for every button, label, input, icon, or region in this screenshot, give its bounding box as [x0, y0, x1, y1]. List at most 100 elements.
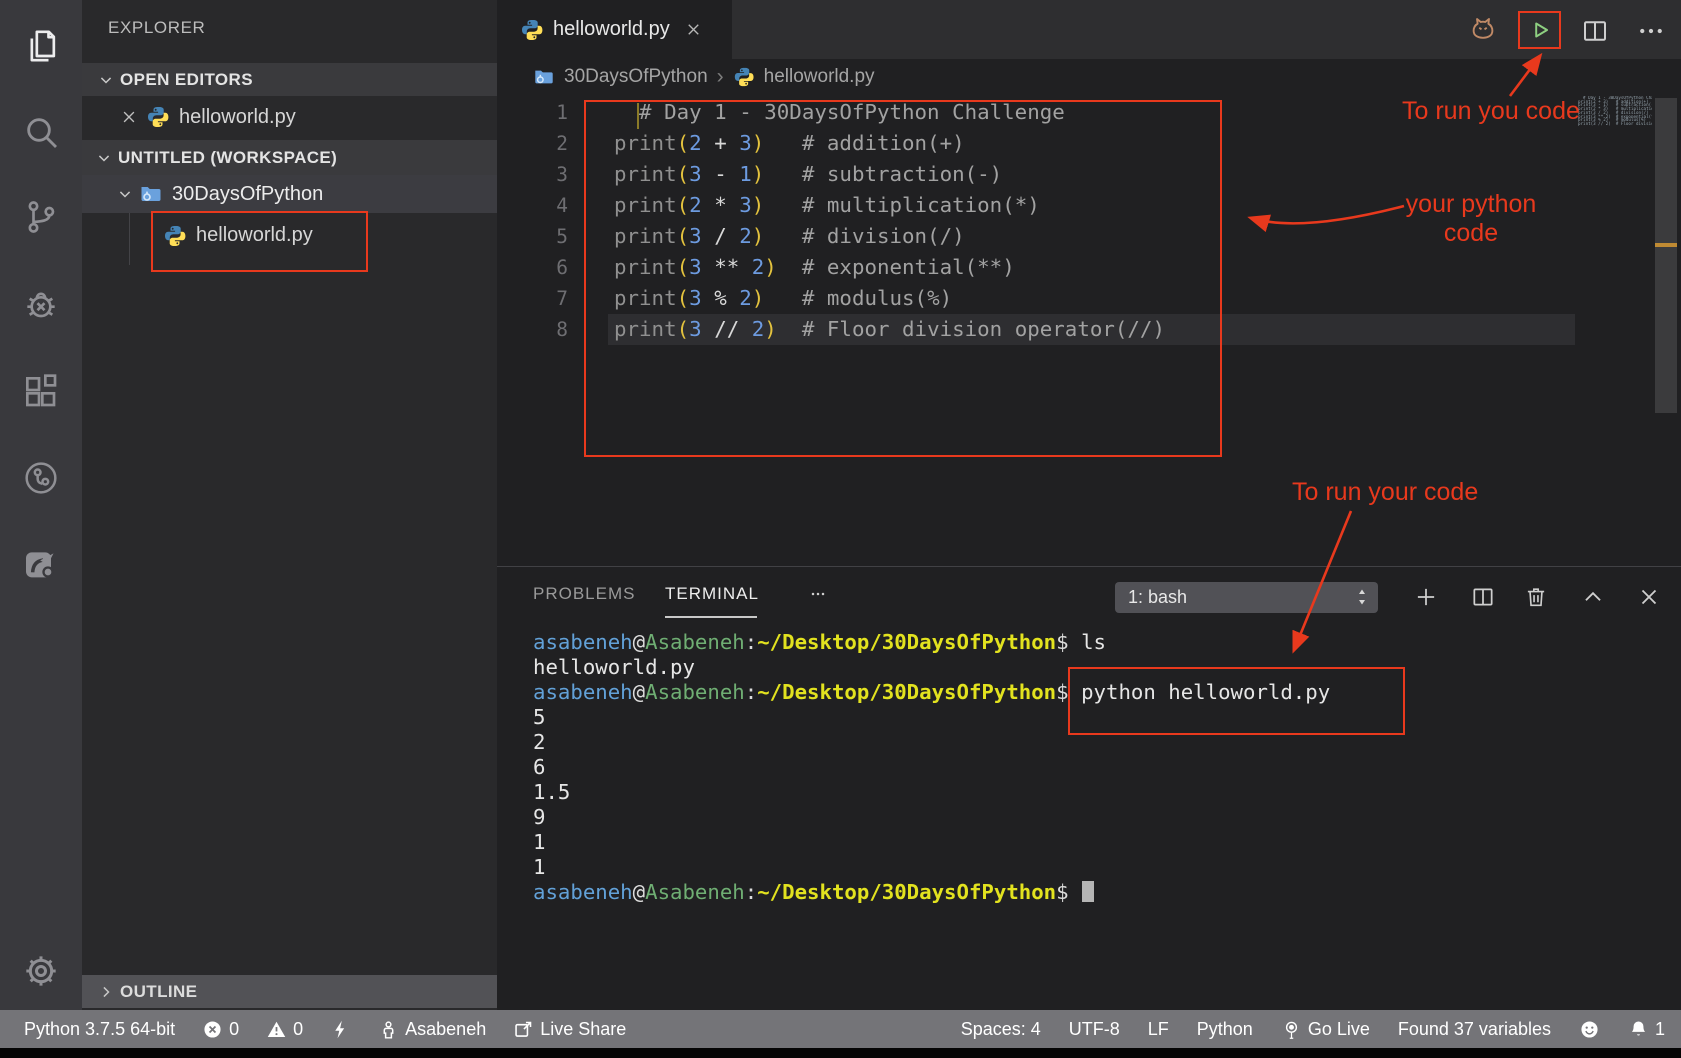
close-icon[interactable] — [684, 20, 703, 39]
breadcrumb-folder[interactable]: 30DaysOfPython — [564, 66, 708, 88]
split-editor-icon[interactable] — [1580, 16, 1610, 46]
terminal-line-6: 1.5 — [533, 780, 1330, 805]
status-notifications[interactable]: 1 — [1628, 1019, 1665, 1040]
code-line-5[interactable]: 5print(3 / 2) # division(/) — [497, 221, 1165, 252]
annotation-python-line2: code — [1395, 219, 1547, 248]
status-warning-count[interactable]: 0 — [266, 1019, 303, 1040]
run-button[interactable] — [1518, 11, 1561, 49]
folder-30daysofpython[interactable]: 30DaysOfPython — [82, 175, 530, 213]
code-line-8[interactable]: 8 print(3 // 2) # Floor division operator… — [497, 314, 1165, 345]
status-indentation[interactable]: Spaces: 4 — [961, 1019, 1041, 1040]
shell-select-value: 1: bash — [1128, 587, 1187, 608]
status-live-share-label: Live Share — [540, 1019, 626, 1040]
activity-debug-icon[interactable] — [0, 281, 82, 329]
code-editor[interactable]: 1 # Day 1 - 30DaysOfPython Challenge2pri… — [497, 97, 1165, 345]
tab-bar: helloworld.py — [497, 0, 1681, 59]
status-python-version[interactable]: Python 3.7.5 64-bit — [24, 1019, 175, 1040]
breadcrumb-file[interactable]: helloworld.py — [764, 66, 875, 88]
prompt-user: asabeneh — [533, 880, 633, 904]
chevron-down-icon — [96, 70, 116, 90]
status-eol[interactable]: LF — [1148, 1019, 1169, 1040]
prompt-path: ~/Desktop/30DaysOfPython — [757, 680, 1056, 704]
status-bar: Python 3.7.5 64-bit00AsabenehLive Share … — [0, 1010, 1681, 1048]
cat-icon[interactable] — [1468, 14, 1498, 44]
code-text: print(3 // 2) # Floor division operator(… — [614, 314, 1165, 345]
error-icon — [202, 1019, 223, 1040]
prompt-user: asabeneh — [533, 630, 633, 654]
activity-share-icon[interactable] — [0, 540, 82, 588]
annotation-run-label: To run you code — [1402, 97, 1580, 126]
terminal-line-3: 5 — [533, 705, 1330, 730]
breadcrumb[interactable]: 30DaysOfPython › helloworld.py — [497, 59, 875, 95]
status-variables-found[interactable]: Found 37 variables — [1398, 1019, 1551, 1040]
activity-explorer-icon[interactable] — [0, 22, 82, 70]
code-line-6[interactable]: 6print(3 ** 2) # exponential(**) — [497, 252, 1165, 283]
terminal-output: 5 — [533, 705, 545, 729]
folder-name: 30DaysOfPython — [172, 183, 323, 206]
outline-section[interactable]: OUTLINE — [82, 975, 511, 1008]
close-panel-icon[interactable] — [1636, 584, 1662, 610]
code-line-2[interactable]: 2print(2 + 3) # addition(+) — [497, 128, 1165, 159]
tab-problems[interactable]: PROBLEMS — [533, 584, 635, 604]
activity-source-control-icon[interactable] — [0, 193, 82, 241]
code-line-7[interactable]: 7print(3 % 2) # modulus(%) — [497, 283, 1165, 314]
terminal-line-9: 1 — [533, 855, 1330, 880]
terminal-shell-select[interactable]: 1: bash — [1115, 582, 1378, 613]
tab-terminal[interactable]: TERMINAL — [665, 584, 759, 604]
python-file-icon — [163, 224, 187, 248]
source-control-icon — [21, 197, 61, 237]
minimap[interactable]: # Day 1 - 30DaysOfPython Challenge print… — [1578, 96, 1652, 130]
terminal-command: ls — [1081, 630, 1106, 654]
open-editor-helloworld[interactable]: helloworld.py — [82, 96, 535, 138]
status-live-share[interactable]: Live Share — [513, 1019, 626, 1040]
breadcrumb-separator: › — [717, 65, 724, 89]
split-terminal-icon[interactable] — [1470, 584, 1496, 610]
workspace-section[interactable]: UNTITLED (WORKSPACE) — [82, 140, 509, 175]
maximize-panel-icon[interactable] — [1580, 584, 1606, 610]
status-go-live[interactable]: Go Live — [1281, 1019, 1370, 1040]
editor-area: helloworld.py 30DaysOfPython › — [497, 0, 1681, 1010]
status-feedback[interactable] — [1579, 1019, 1600, 1040]
status-language-mode[interactable]: Python — [1197, 1019, 1253, 1040]
status-python-version-label: Python 3.7.5 64-bit — [24, 1019, 175, 1040]
activity-settings-gear-icon[interactable] — [0, 947, 82, 995]
sidebar-title: EXPLORER — [108, 18, 205, 38]
more-panel-tabs-icon[interactable] — [805, 584, 831, 604]
status-quick-action[interactable] — [330, 1019, 351, 1040]
select-updown-icon — [1353, 586, 1371, 608]
status-right: Spaces: 4 UTF-8 LF Python Go Live Found 37 va… — [961, 1019, 1681, 1040]
new-terminal-icon[interactable] — [1413, 584, 1439, 610]
outline-label: OUTLINE — [120, 982, 197, 1002]
status-eol-label: LF — [1148, 1019, 1169, 1040]
activity-live-session-icon[interactable] — [0, 454, 82, 502]
editor-cursor — [637, 103, 639, 129]
search-icon — [21, 112, 61, 152]
activity-extensions-icon[interactable] — [0, 368, 82, 416]
status-user-account[interactable]: Asabeneh — [378, 1019, 486, 1040]
workspace-folder-icon — [139, 182, 163, 206]
editor-scrollbar[interactable] — [1655, 98, 1677, 413]
explorer-icon — [21, 26, 61, 66]
close-icon[interactable] — [120, 108, 138, 126]
terminal-output: helloworld.py — [533, 655, 695, 679]
code-line-3[interactable]: 3print(3 - 1) # subtraction(-) — [497, 159, 1165, 190]
prompt-host: Asabeneh — [645, 680, 745, 704]
code-text: print(3 / 2) # division(/) — [614, 221, 965, 252]
activity-search-icon[interactable] — [0, 108, 82, 156]
code-line-4[interactable]: 4 print(2 * 3) # multiplication(*) — [497, 190, 1165, 221]
terminal-line-8: 1 — [533, 830, 1330, 855]
more-actions-icon[interactable] — [1636, 16, 1666, 46]
open-editors-label: OPEN EDITORS — [120, 70, 253, 90]
code-line-1[interactable]: 1 # Day 1 - 30DaysOfPython Challenge — [497, 97, 1165, 128]
kill-terminal-icon[interactable] — [1523, 584, 1549, 610]
panel-border[interactable] — [497, 566, 1681, 567]
code-text: print(2 * 3) # multiplication(*) — [614, 190, 1040, 221]
tab-helloworld[interactable]: helloworld.py — [497, 0, 732, 59]
open-editors-section[interactable]: OPEN EDITORS — [82, 63, 511, 96]
terminal[interactable]: asabeneh@Asabeneh:~/Desktop/30DaysOfPyth… — [533, 630, 1330, 905]
line-number: 8 — [497, 314, 568, 345]
line-number: 4 — [497, 190, 568, 221]
terminal-line-10: asabeneh@Asabeneh:~/Desktop/30DaysOfPyth… — [533, 880, 1330, 905]
status-encoding[interactable]: UTF-8 — [1069, 1019, 1120, 1040]
status-error-count[interactable]: 0 — [202, 1019, 239, 1040]
